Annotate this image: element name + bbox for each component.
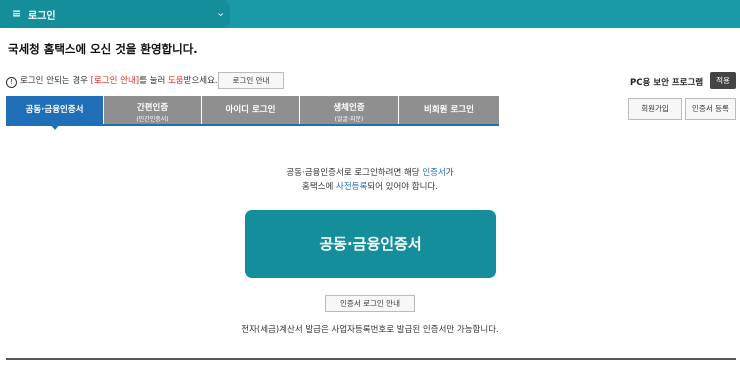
cert-login-guide-button[interactable]: 인증서 로그인 안내	[325, 295, 415, 312]
tab-id-login[interactable]: 아이디 로그인	[202, 96, 300, 124]
tab-sublabel: (민간인증서)	[136, 116, 169, 123]
apply-security-button[interactable]: 적용	[710, 72, 736, 89]
tab-label: 간편인증	[136, 103, 169, 113]
page-title: 국세청 홈택스에 오신 것을 환영합니다.	[8, 42, 198, 56]
desc-text: 가	[445, 168, 454, 178]
divider	[6, 358, 736, 360]
cert-link[interactable]: 인증서	[422, 168, 445, 178]
active-tab-pointer	[50, 124, 60, 130]
tab-label: 비회원 로그인	[424, 105, 474, 115]
join-button[interactable]: 회원가입	[628, 98, 682, 120]
desc-text: 공동·금융인증서로 로그인하려면 해당	[286, 168, 423, 178]
menu-icon[interactable]: ≡	[12, 7, 21, 20]
tab-joint-financial-cert[interactable]: 공동·금융인증서	[6, 96, 104, 124]
security-program-label: PC용 보안 프로그램	[630, 78, 704, 88]
breadcrumb-label: 로그인	[28, 11, 56, 22]
notice-text: 받으세요.	[183, 76, 218, 86]
tab-sublabel: (얼굴·지문)	[334, 116, 364, 123]
tax-invoice-note: 전자(세금)계산서 발급은 사업자등록번호로 발급된 인증서만 가능합니다.	[241, 325, 499, 335]
notice-text: 를 눌러	[139, 76, 168, 86]
login-guide-link[interactable]: [로그인 안내]	[91, 76, 139, 86]
login-help-notice: ! 로그인 안되는 경우 [로그인 안내]를 눌러 도움받으세요.	[6, 74, 218, 88]
desc-text: 되어 있어야 합니다.	[367, 182, 438, 192]
cert-description: 공동·금융인증서로 로그인하려면 해당 인증서가 홈택스에 사전등록되어 있어야…	[200, 166, 540, 194]
chevron-down-icon[interactable]: ⌄	[216, 6, 225, 19]
notice-text: 로그인 안되는 경우	[20, 76, 91, 86]
tab-simple-auth[interactable]: 간편인증 (민간인증서)	[104, 96, 202, 124]
tab-non-member[interactable]: 비회원 로그인	[399, 96, 499, 124]
cert-register-button[interactable]: 인증서 등록	[685, 98, 736, 120]
help-link[interactable]: 도움	[168, 76, 184, 86]
tab-biometric[interactable]: 생체인증 (얼굴·지문)	[300, 96, 399, 124]
info-icon: !	[6, 77, 17, 88]
pre-register-link[interactable]: 사전등록	[336, 182, 367, 192]
login-guide-button[interactable]: 로그인 안내	[218, 72, 284, 89]
tab-label: 공동·금융인증서	[25, 105, 84, 115]
tab-label: 생체인증	[333, 103, 365, 113]
desc-text: 홈택스에	[302, 182, 337, 192]
breadcrumb[interactable]: ≡ 로그인 ⌄	[0, 0, 230, 28]
login-method-tabs: 공동·금융인증서 간편인증 (민간인증서) 아이디 로그인 생체인증 (얼굴·지…	[6, 96, 499, 126]
cert-login-button[interactable]: 공동·금융인증서	[245, 210, 496, 278]
tab-label: 아이디 로그인	[225, 105, 276, 115]
